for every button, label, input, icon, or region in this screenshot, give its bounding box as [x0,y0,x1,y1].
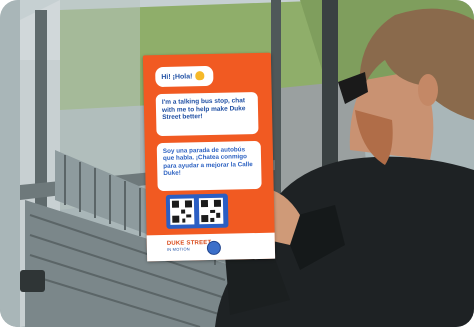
photo-scene: Hi! ¡Hola! I'm a talking bus stop, chat … [0,0,474,327]
bench-end-cap [20,270,45,292]
english-text: I'm a talking bus stop, chat with me to … [161,97,246,122]
logo-subtitle: IN MOTION [166,246,190,252]
chat-poster: Hi! ¡Hola! I'm a talking bus stop, chat … [142,52,276,262]
poster-footer: DUKE STREET IN MOTION [146,232,276,262]
spanish-bubble: Soy una parada de autobús que habla. ¡Ch… [156,140,262,192]
english-bubble: I'm a talking bus stop, chat with me to … [155,91,259,137]
greeting-bubble: Hi! ¡Hola! [155,65,214,88]
qr-code-icon[interactable] [198,197,224,225]
greeting-text: Hi! ¡Hola! [161,73,193,81]
qr-code-panel[interactable] [165,193,229,229]
qr-code-icon[interactable] [169,198,195,225]
spanish-text: Soy una parada de autobús que habla. ¡Ch… [162,146,253,178]
ear [418,74,438,106]
wave-hand-icon [195,71,205,81]
duke-street-logo: DUKE STREET IN MOTION [167,240,212,252]
seal-icon [206,240,222,256]
